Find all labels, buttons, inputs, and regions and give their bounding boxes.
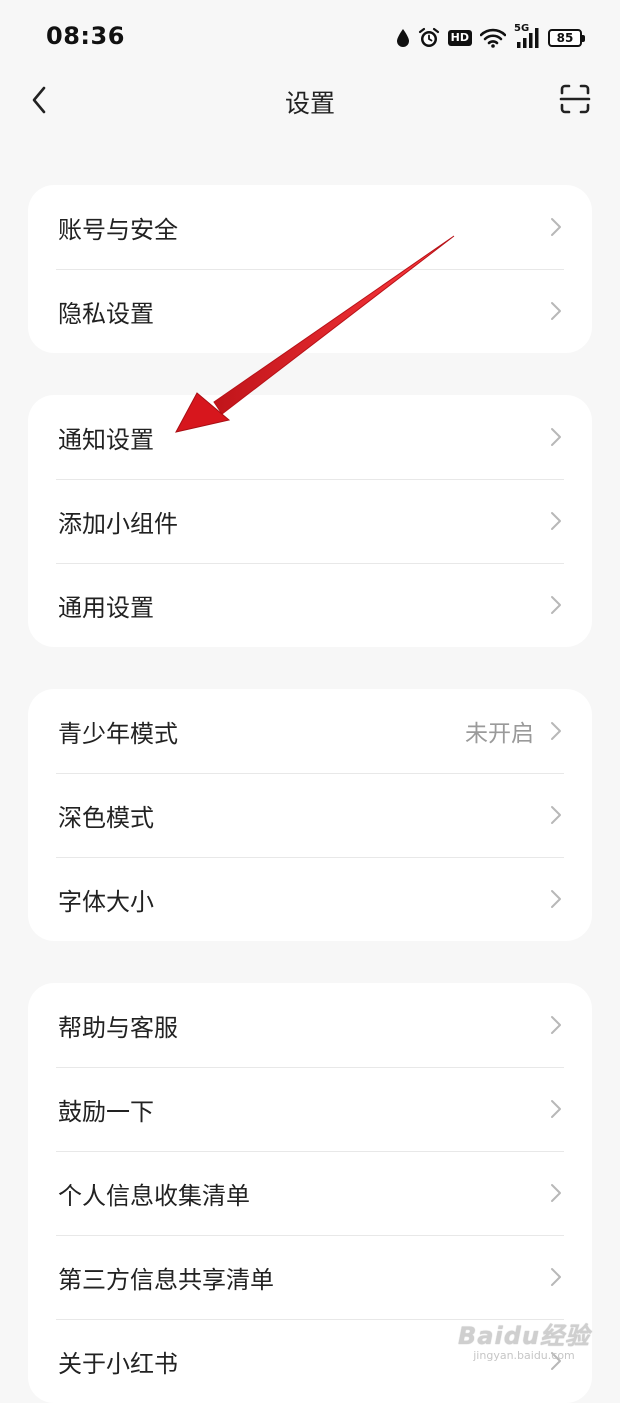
chevron-right-icon	[551, 218, 561, 236]
settings-item-font-size[interactable]: 字体大小	[28, 857, 592, 941]
chevron-right-icon	[551, 1100, 561, 1118]
status-icons: HD 5G 85	[396, 23, 585, 52]
alarm-clock-icon	[418, 27, 440, 49]
settings-item-label: 深色模式	[58, 803, 154, 832]
wifi-icon	[480, 28, 506, 48]
settings-item-label: 字体大小	[58, 887, 154, 916]
chevron-right-icon	[551, 302, 561, 320]
watermark-brand: Baidu经验	[458, 1322, 590, 1350]
settings-group-general: 通知设置 添加小组件 通用设置	[28, 395, 592, 647]
settings-item-label: 个人信息收集清单	[58, 1181, 250, 1210]
chevron-right-icon	[551, 428, 561, 446]
settings-item-personal-info-list[interactable]: 个人信息收集清单	[28, 1151, 592, 1235]
settings-group-display: 青少年模式 未开启 深色模式 字体大小	[28, 689, 592, 941]
settings-item-label: 帮助与客服	[58, 1013, 178, 1042]
settings-item-label: 添加小组件	[58, 509, 178, 538]
settings-item-label: 关于小红书	[58, 1349, 178, 1378]
page-title: 设置	[284, 89, 335, 118]
battery-indicator: 85	[548, 29, 585, 47]
chevron-right-icon	[551, 1016, 561, 1034]
hd-badge: HD	[447, 30, 472, 46]
settings-item-label: 通用设置	[58, 593, 154, 622]
chevron-right-icon	[551, 1184, 561, 1202]
settings-item-label: 第三方信息共享清单	[58, 1265, 274, 1294]
settings-item-third-party-list[interactable]: 第三方信息共享清单	[28, 1235, 592, 1319]
settings-item-rate-app[interactable]: 鼓励一下	[28, 1067, 592, 1151]
teen-mode-status: 未开启	[465, 721, 534, 747]
scan-icon	[559, 84, 591, 114]
settings-item-help[interactable]: 帮助与客服	[28, 983, 592, 1067]
battery-level: 85	[556, 31, 574, 45]
settings-item-label: 账号与安全	[58, 215, 178, 244]
status-time: 08:36	[46, 22, 125, 50]
settings-item-label: 隐私设置	[58, 299, 154, 328]
chevron-right-icon	[551, 890, 561, 908]
settings-item-label: 通知设置	[58, 425, 154, 454]
status-bar: 08:36 HD 5G 85	[0, 0, 620, 74]
top-app-bar: 设置	[0, 74, 620, 126]
chevron-right-icon	[551, 806, 561, 824]
settings-item-privacy[interactable]: 隐私设置	[28, 269, 592, 353]
settings-item-label: 鼓励一下	[58, 1097, 154, 1126]
settings-item-account-security[interactable]: 账号与安全	[28, 185, 592, 269]
chevron-right-icon	[551, 596, 561, 614]
chevron-right-icon	[551, 1268, 561, 1286]
baidu-jingyan-watermark: Baidu经验 jingyan.baidu.com	[458, 1316, 590, 1362]
watermark-url: jingyan.baidu.com	[473, 1349, 575, 1362]
cellular-signal-icon: 5G	[514, 23, 540, 49]
scan-button[interactable]	[558, 82, 592, 116]
water-drop-icon	[396, 28, 410, 48]
settings-item-dark-mode[interactable]: 深色模式	[28, 773, 592, 857]
settings-item-teen-mode[interactable]: 青少年模式 未开启	[28, 689, 592, 773]
settings-item-general[interactable]: 通用设置	[28, 563, 592, 647]
settings-item-notifications[interactable]: 通知设置	[28, 395, 592, 479]
settings-item-add-widget[interactable]: 添加小组件	[28, 479, 592, 563]
settings-group-account: 账号与安全 隐私设置	[28, 185, 592, 353]
chevron-right-icon	[551, 512, 561, 530]
settings-item-label: 青少年模式	[58, 719, 178, 748]
chevron-right-icon	[551, 722, 561, 740]
